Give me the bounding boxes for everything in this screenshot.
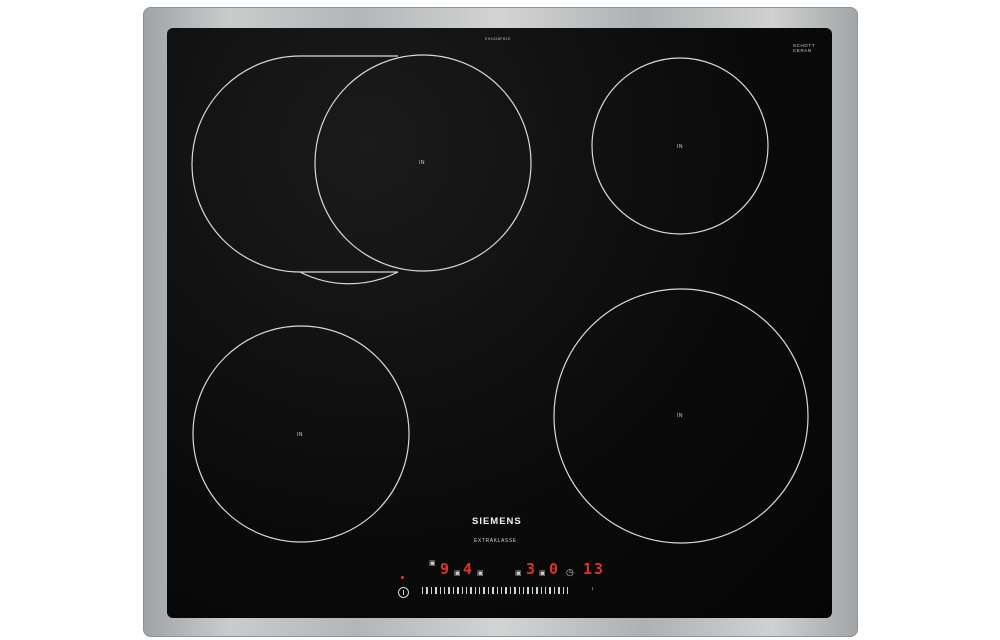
slider-tick <box>474 587 477 594</box>
slider-tick <box>483 587 485 594</box>
slider-tick <box>439 587 441 594</box>
boost-icon[interactable]: ᶠ <box>592 588 593 595</box>
timer-display: 13 <box>583 560 606 578</box>
slider-tick <box>509 587 512 594</box>
slider-tick <box>540 587 542 594</box>
power-indicator-led <box>401 576 404 579</box>
slider-tick <box>544 587 547 594</box>
power-display-left: 9 <box>440 560 450 578</box>
slider-tick <box>562 587 564 594</box>
cooking-zones <box>191 54 809 544</box>
clock-icon[interactable]: ◷ <box>566 568 574 577</box>
slider-tick <box>536 587 538 594</box>
slider-tick <box>522 587 525 594</box>
front-right-zone-label: IN <box>677 413 683 419</box>
schott-ceran-logo: SCHOTT CERAN <box>793 43 816 53</box>
slider-tick <box>426 587 428 594</box>
slider-tick <box>422 587 424 594</box>
slider-tick <box>430 587 433 594</box>
slider-tick <box>566 587 569 594</box>
sub-brand-label: EXTRAKLASSE <box>474 538 517 544</box>
slider-tick <box>531 587 534 594</box>
slider-tick <box>435 587 437 594</box>
model-code: EH645BFB1E <box>485 37 511 41</box>
zone-select-icon[interactable]: ▣ <box>429 560 436 567</box>
slider-tick <box>470 587 472 594</box>
slider-tick <box>514 587 516 594</box>
slider-tick <box>558 587 560 594</box>
slider-tick <box>465 587 468 594</box>
flex-zone-label: IN <box>419 160 425 166</box>
slider-tick <box>457 587 459 594</box>
brand-logo: SIEMENS <box>472 516 522 527</box>
power-icon[interactable] <box>398 587 409 598</box>
power-level-slider[interactable] <box>422 587 569 594</box>
slider-tick <box>487 587 490 594</box>
slider-tick <box>461 587 463 594</box>
slider-tick <box>553 587 556 594</box>
slider-tick <box>443 587 446 594</box>
zone-select-icon[interactable]: ▣ <box>454 570 461 577</box>
front-left-zone-label: IN <box>297 432 303 438</box>
slider-tick <box>479 587 481 594</box>
slider-tick <box>527 587 529 594</box>
zone-select-icon[interactable]: ▣ <box>515 570 522 577</box>
zone-select-icon[interactable]: ▣ <box>539 570 546 577</box>
rear-right-zone-label: IN <box>677 144 683 150</box>
power-display-zero: 0 <box>549 560 559 578</box>
slider-tick <box>518 587 520 594</box>
slider-tick <box>501 587 503 594</box>
slider-tick <box>448 587 450 594</box>
slider-tick <box>496 587 499 594</box>
slider-tick <box>549 587 551 594</box>
slider-tick <box>452 587 455 594</box>
power-display-right: 3 <box>526 560 536 578</box>
slider-tick <box>505 587 507 594</box>
zone-select-icon[interactable]: ▣ <box>477 570 484 577</box>
flex-zone-outline <box>191 55 399 285</box>
slider-tick <box>492 587 494 594</box>
power-display-mid: 4 <box>463 560 473 578</box>
